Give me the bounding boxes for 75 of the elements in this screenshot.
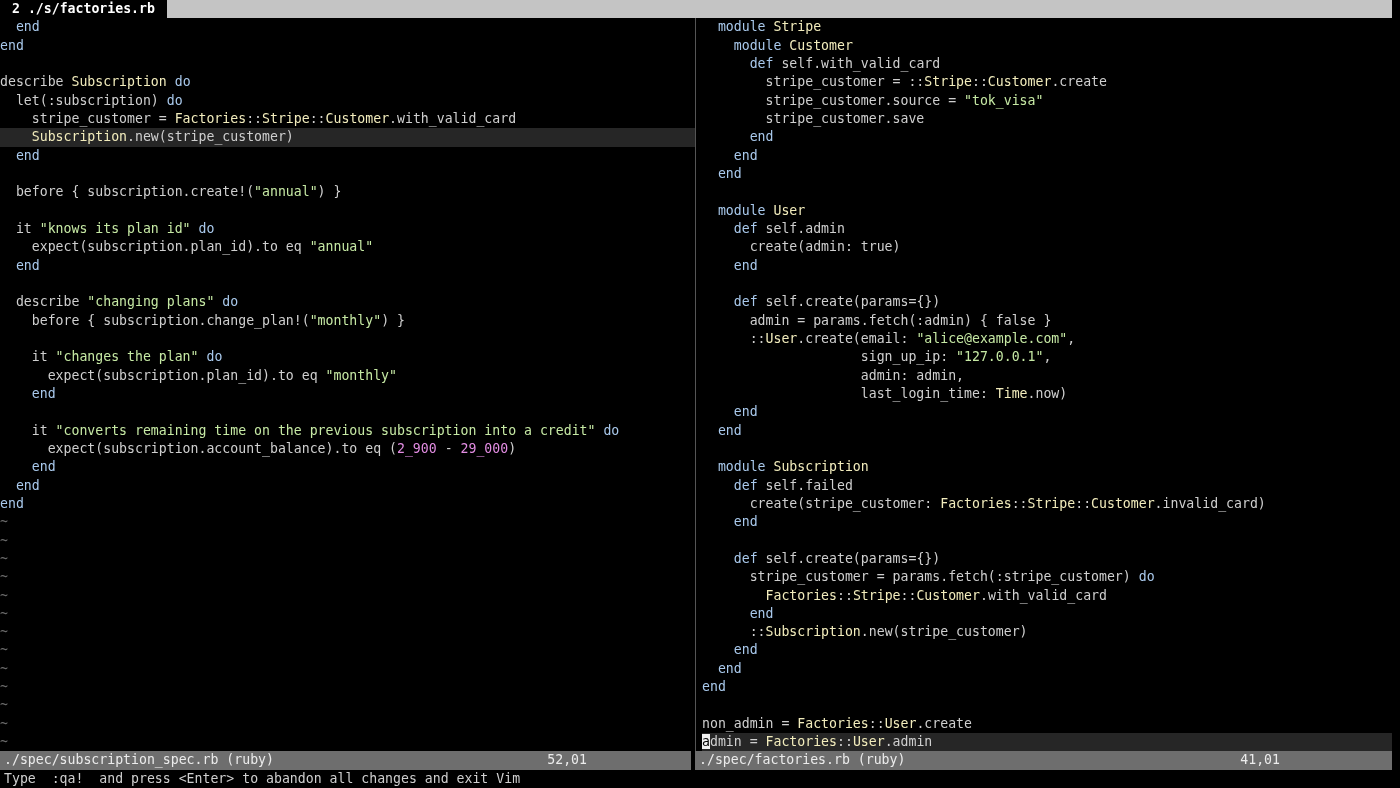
- code-line: end: [716, 422, 742, 438]
- code-line: end: [14, 19, 40, 35]
- code-line: end: [14, 147, 40, 163]
- code-line: end: [748, 605, 774, 621]
- code-line: describe "changing plans" do: [14, 294, 239, 310]
- code-line: def self.create(params={}): [732, 294, 941, 310]
- command-line-message: Type :qa! and press <Enter> to abandon all changes and exit Vim: [4, 770, 521, 786]
- tab[interactable]: 2 ./s/factories.rb: [0, 0, 167, 19]
- code-line: admin = params.fetch(:admin) { false }: [748, 312, 1052, 328]
- code-line: end: [748, 129, 774, 145]
- empty-line-marker: ~: [0, 679, 8, 695]
- code-line: def self.failed: [732, 477, 853, 493]
- code-line: describe Subscription do: [0, 74, 191, 90]
- code-line: end: [732, 514, 758, 530]
- code-line: stripe_customer.source = "tok_visa": [764, 92, 1044, 108]
- empty-line-marker: ~: [0, 715, 8, 731]
- code-line: last_login_time: Time.now): [859, 385, 1068, 401]
- cursor-position: 52,01: [547, 751, 587, 770]
- code-line: def self.create(params={}): [732, 550, 941, 566]
- code-line: end: [30, 385, 56, 401]
- file-name: ./spec/subscription_spec.rb (ruby): [4, 751, 274, 770]
- code-line: admin: admin,: [859, 367, 964, 383]
- code-line: stripe_customer.save: [764, 110, 925, 126]
- code-line: it "knows its plan id" do: [14, 220, 215, 236]
- code-line: end: [14, 477, 40, 493]
- code-line: Factories::Stripe::Customer.with_valid_card: [764, 587, 1107, 603]
- code-line: ::User.create(email: "alice@example.com",: [748, 330, 1076, 346]
- code-line: end: [14, 257, 40, 273]
- empty-line-marker: ~: [0, 624, 8, 640]
- code-line: end: [0, 495, 24, 511]
- file-name: ./spec/factories.rb (ruby): [699, 751, 906, 770]
- code-line: stripe_customer = params.fetch(:stripe_customer) do: [748, 569, 1155, 585]
- code-line: it "changes the plan" do: [30, 349, 223, 365]
- code-line: before { subscription.change_plan!("monthly") }: [30, 312, 405, 328]
- empty-line-marker: ~: [0, 587, 8, 603]
- code-line: sign_up_ip: "127.0.0.1",: [859, 349, 1052, 365]
- code-line: ::Subscription.new(stripe_customer): [748, 624, 1028, 640]
- code-line: end: [716, 165, 742, 181]
- code-line: module Customer: [732, 37, 853, 53]
- code-line: end: [732, 642, 758, 658]
- code-line: Subscription.new(stripe_customer): [30, 129, 294, 145]
- code-line: end: [30, 459, 56, 475]
- empty-line-marker: ~: [0, 605, 8, 621]
- code-line: expect(subscription.account_balance).to eq (2_900 - 29_000): [46, 440, 517, 456]
- code-line: end: [732, 404, 758, 420]
- code-line: create(stripe_customer: Factories::Stripe::Customer.invalid_card): [748, 495, 1266, 511]
- empty-line-marker: ~: [0, 569, 8, 585]
- cursor-position: 41,01: [1240, 751, 1280, 770]
- code-line: stripe_customer = ::Stripe::Customer.create: [764, 74, 1107, 90]
- code-line: end: [732, 257, 758, 273]
- empty-line-marker: ~: [0, 514, 8, 530]
- code-line: admin = Factories::User.admin: [702, 734, 933, 750]
- empty-line-marker: ~: [0, 660, 8, 676]
- empty-line-marker: ~: [0, 532, 8, 548]
- empty-line-marker: ~: [0, 550, 8, 566]
- code-line: create(admin: true): [748, 239, 901, 255]
- code-line: expect(subscription.plan_id).to eq "monthly": [46, 367, 397, 383]
- code-line: module Stripe: [716, 19, 822, 35]
- empty-line-marker: ~: [0, 642, 8, 658]
- code-line: module Subscription: [716, 459, 869, 475]
- code-line: it "converts remaining time on the previous subscription into a credit" do: [30, 422, 620, 438]
- code-line: end: [0, 37, 24, 53]
- code-line: before { subscription.create!("annual") }: [14, 184, 342, 200]
- empty-line-marker: ~: [0, 697, 8, 713]
- code-line: let(:subscription) do: [14, 92, 183, 108]
- empty-line-marker: ~: [0, 734, 8, 750]
- code-line: def self.admin: [732, 220, 845, 236]
- code-line: end: [732, 147, 758, 163]
- code-line: def self.with_valid_card: [748, 56, 941, 71]
- code-line: end: [716, 660, 742, 676]
- code-line: stripe_customer = Factories::Stripe::Customer.with_valid_card: [30, 110, 517, 126]
- code-line: non_admin = Factories::User.create: [702, 715, 972, 731]
- code-line: module User: [716, 202, 806, 218]
- code-line: end: [702, 679, 726, 695]
- code-line: expect(subscription.plan_id).to eq "annual": [30, 239, 374, 255]
